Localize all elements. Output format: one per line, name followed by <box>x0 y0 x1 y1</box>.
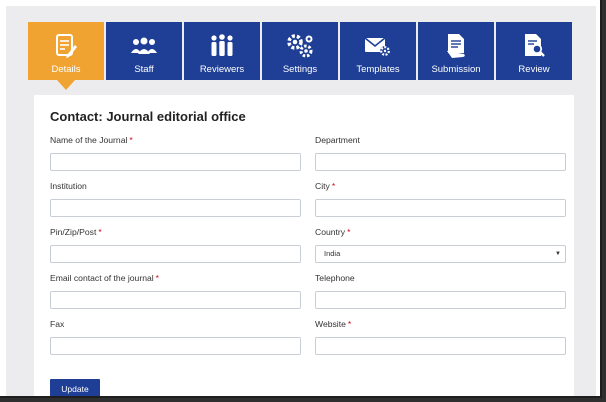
telephone-field: Telephone <box>315 272 566 309</box>
tab-submission[interactable]: Submission <box>418 22 494 80</box>
tab-label: Submission <box>431 64 481 75</box>
required-mark: * <box>129 135 133 145</box>
country-field: Country * India ▼ <box>315 226 566 263</box>
tab-details[interactable]: Details <box>28 22 104 90</box>
caret-down-icon: ▼ <box>555 251 561 257</box>
tab-label: Details <box>51 64 81 75</box>
window-frame: Details Staff Reviewers Settings Templat… <box>0 0 602 398</box>
field-label: City <box>315 181 330 191</box>
field-label: Country <box>315 227 346 237</box>
people-group-icon <box>130 31 158 61</box>
field-label: Fax <box>50 319 65 329</box>
document-hand-icon <box>444 31 468 61</box>
department-field: Department <box>315 134 566 171</box>
gears-icon <box>286 31 314 61</box>
journal-name-field: Name of the Journal * <box>50 134 301 171</box>
tab-templates[interactable]: Templates <box>340 22 416 80</box>
form-title: Contact: Journal editorial office <box>50 109 246 124</box>
department-input[interactable] <box>315 153 566 171</box>
document-edit-icon <box>54 31 78 61</box>
tab-label: Reviewers <box>199 64 245 75</box>
tab-settings[interactable]: Settings <box>262 22 338 80</box>
required-mark: * <box>155 273 160 283</box>
website-input[interactable] <box>315 337 566 355</box>
institution-field: Institution <box>50 180 301 217</box>
required-mark: * <box>331 181 336 191</box>
field-label: Institution <box>50 181 87 191</box>
field-label: Department <box>315 135 360 145</box>
institution-input[interactable] <box>50 199 301 217</box>
city-input[interactable] <box>315 199 566 217</box>
envelope-gear-icon <box>364 31 392 61</box>
field-label: Pin/Zip/Post <box>50 227 97 237</box>
website-field: Website * <box>315 318 566 355</box>
journal-name-input[interactable] <box>50 153 301 171</box>
fax-field: Fax <box>50 318 301 355</box>
content-area: Details Staff Reviewers Settings Templat… <box>6 6 596 396</box>
required-mark: * <box>347 319 352 329</box>
tab-label: Review <box>518 64 550 75</box>
fax-input[interactable] <box>50 337 301 355</box>
field-label: Name of the Journal <box>50 135 128 145</box>
tab-review[interactable]: Review <box>496 22 572 80</box>
pin-input[interactable] <box>50 245 301 263</box>
country-select[interactable]: India ▼ <box>315 245 566 263</box>
pin-field: Pin/Zip/Post * <box>50 226 301 263</box>
email-input[interactable] <box>50 291 301 309</box>
tab-staff[interactable]: Staff <box>106 22 182 80</box>
email-field: Email contact of the journal * <box>50 272 301 309</box>
tab-reviewers[interactable]: Reviewers <box>184 22 260 80</box>
required-mark: * <box>347 227 351 237</box>
wizard-tabs: Details Staff Reviewers Settings Templat… <box>28 22 574 90</box>
tab-label: Settings <box>282 64 318 75</box>
country-selected-value: India <box>324 249 341 258</box>
field-label: Email contact of the journal <box>50 273 154 283</box>
update-button[interactable]: Update <box>50 379 100 396</box>
city-field: City * <box>315 180 566 217</box>
tab-label: Staff <box>134 64 154 75</box>
tab-label: Templates <box>356 64 400 75</box>
required-mark: * <box>98 227 102 237</box>
telephone-input[interactable] <box>315 291 566 309</box>
contact-form-panel: Contact: Journal editorial office Name o… <box>34 95 574 396</box>
field-label: Website <box>315 319 346 329</box>
field-label: Telephone <box>315 273 355 283</box>
document-search-icon <box>522 31 546 61</box>
team-icon <box>209 31 235 61</box>
